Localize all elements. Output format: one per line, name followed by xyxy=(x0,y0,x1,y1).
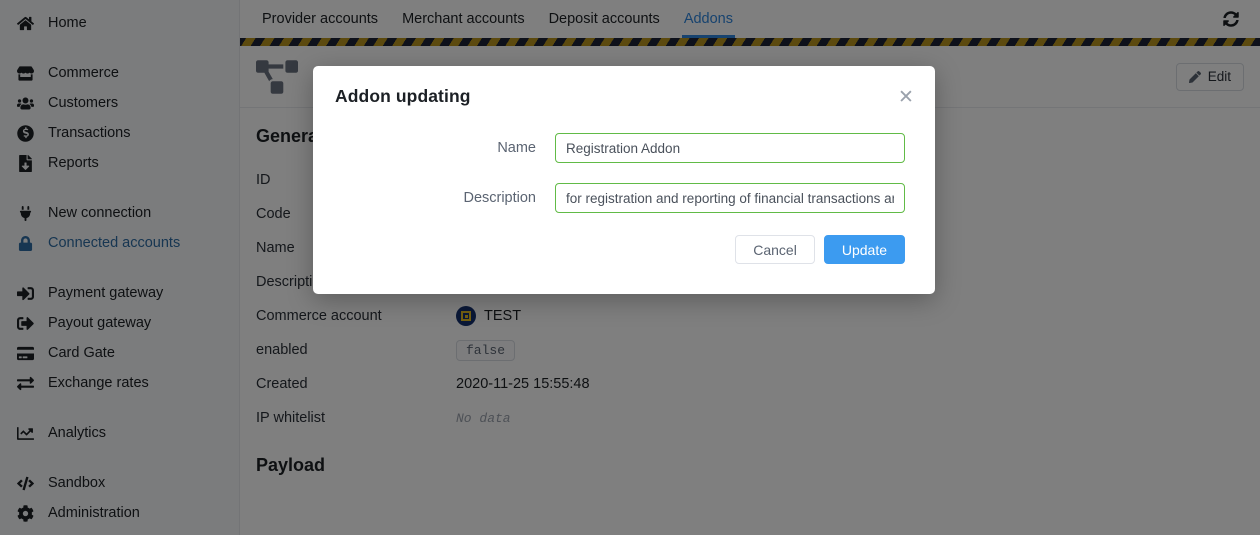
addon-updating-dialog: Addon updating ✕ Name Description Cancel… xyxy=(313,66,935,294)
name-field-label: Name xyxy=(497,140,536,156)
form-row-description: Description xyxy=(343,183,905,213)
description-field-label: Description xyxy=(463,190,536,206)
form-row-name: Name xyxy=(343,133,905,163)
dialog-header: Addon updating ✕ xyxy=(313,66,935,107)
dialog-body: Name Description xyxy=(313,107,935,213)
dialog-title: Addon updating xyxy=(335,86,471,106)
close-icon[interactable]: ✕ xyxy=(895,86,917,108)
dialog-footer: Cancel Update xyxy=(313,233,935,294)
description-input[interactable] xyxy=(555,183,905,213)
cancel-button[interactable]: Cancel xyxy=(735,235,815,264)
name-input[interactable] xyxy=(555,133,905,163)
update-button[interactable]: Update xyxy=(823,235,905,264)
